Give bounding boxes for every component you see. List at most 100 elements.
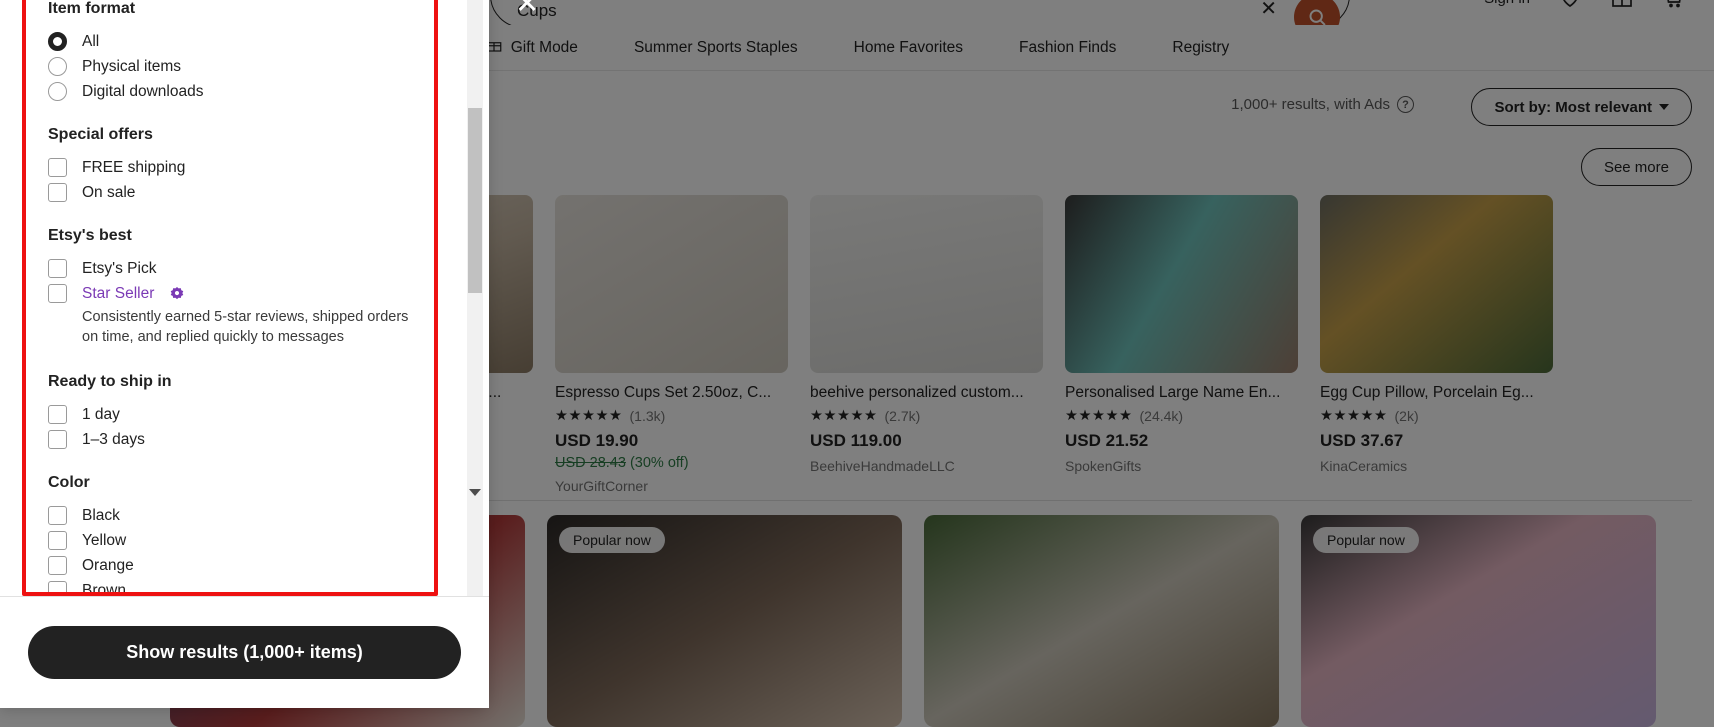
radio-icon[interactable] [48, 57, 67, 76]
filter-option-orange[interactable]: Orange [48, 553, 447, 578]
subnav-item-summer-sports[interactable]: Summer Sports Staples [606, 39, 826, 57]
product-price: USD 119.00 [810, 431, 902, 450]
filters-scroll-area[interactable]: Item format All Physical items Digital d… [0, 0, 489, 596]
filter-option-label: Star Seller [82, 284, 155, 302]
product-price: USD 19.90 [555, 431, 639, 450]
subnav-label: Gift Mode [510, 38, 578, 56]
filter-option-1-day[interactable]: 1 day [48, 402, 447, 427]
checkbox-icon[interactable] [48, 405, 67, 425]
product-card[interactable]: beehive personalized custom... ★★★★★ (2.… [810, 195, 1043, 494]
filter-option-black[interactable]: Black [48, 503, 447, 528]
heart-icon[interactable] [1558, 0, 1582, 10]
results-count-text: 1,000+ results, with Ads [1231, 96, 1390, 113]
checkbox-icon[interactable] [48, 581, 67, 596]
filters-scrollbar[interactable] [467, 0, 483, 596]
product-title[interactable]: beehive personalized custom... [810, 384, 1043, 402]
checkbox-icon[interactable] [48, 556, 67, 576]
filter-option-label: Digital downloads [82, 82, 204, 100]
close-dialog-icon[interactable]: ✕ [515, 0, 539, 19]
filter-option-label: Etsy's Pick [82, 259, 157, 277]
product-image[interactable]: Popular now [1301, 515, 1656, 727]
filter-option-label: Orange [82, 556, 134, 574]
filter-group-item-format: Item format All Physical items Digital d… [48, 0, 447, 104]
product-old-price: USD 28.43 (30% off) [555, 455, 788, 471]
filter-option-etsys-pick[interactable]: Etsy's Pick [48, 256, 447, 281]
product-shop[interactable]: BeehiveHandmadeLLC [810, 458, 1043, 474]
product-card[interactable] [924, 515, 1279, 727]
filter-option-physical-items[interactable]: Physical items [48, 54, 447, 79]
app-root: Cups ✕ Sign in [0, 0, 1714, 727]
scrollbar-down-arrow[interactable] [467, 484, 483, 500]
filter-option-label: 1 day [82, 405, 120, 423]
filter-option-star-seller[interactable]: Star Seller [48, 281, 447, 306]
checkbox-icon[interactable] [48, 158, 67, 177]
rating-stars: ★★★★★ [1320, 408, 1388, 424]
subnav-item-fashion-finds[interactable]: Fashion Finds [991, 39, 1144, 57]
filter-option-all[interactable]: All [48, 29, 447, 54]
popular-now-badge: Popular now [1313, 527, 1419, 553]
subnav-item-home-favorites[interactable]: Home Favorites [826, 39, 991, 57]
subnav-item-registry[interactable]: Registry [1144, 39, 1257, 57]
product-card[interactable]: Popular now [1301, 515, 1656, 727]
section-divider [300, 500, 1692, 501]
question-mark-icon[interactable]: ? [1397, 96, 1414, 113]
sort-by-label: Sort by: Most relevant [1494, 98, 1652, 116]
product-image[interactable]: Popular now [547, 515, 902, 727]
show-results-button[interactable]: Show results (1,000+ items) [28, 626, 461, 679]
review-count: (1.3k) [629, 408, 666, 424]
product-shop[interactable]: YourGiftCorner [555, 478, 788, 494]
search-bar[interactable]: Cups ✕ [490, 0, 1350, 40]
product-card[interactable]: Espresso Cups Set 2.50oz, C... ★★★★★ (1.… [555, 195, 788, 494]
rating-stars: ★★★★★ [555, 408, 623, 424]
filter-option-label: All [82, 32, 100, 50]
see-more-button[interactable]: See more [1580, 148, 1692, 186]
star-seller-description: Consistently earned 5-star reviews, ship… [82, 309, 409, 345]
filter-group-color: Color Black Yellow Orange Brown [48, 474, 447, 596]
filter-group-special-offers: Special offers FREE shipping On sale [48, 126, 447, 205]
filter-option-label: Yellow [82, 531, 127, 549]
product-rating: ★★★★★ (2k) [1320, 408, 1553, 424]
product-image[interactable] [924, 515, 1279, 727]
rating-stars: ★★★★★ [1065, 408, 1133, 424]
gift-icon[interactable] [1610, 0, 1634, 10]
checkbox-icon[interactable] [48, 430, 67, 450]
filter-option-label: 1–3 days [82, 430, 145, 448]
product-image[interactable] [1065, 195, 1298, 373]
filters-dialog: Item format All Physical items Digital d… [0, 0, 489, 708]
filter-option-yellow[interactable]: Yellow [48, 528, 447, 553]
product-image[interactable] [810, 195, 1043, 373]
filter-option-free-shipping[interactable]: FREE shipping [48, 155, 447, 180]
cart-icon[interactable] [1662, 0, 1686, 10]
checkbox-icon[interactable] [48, 506, 67, 526]
product-shop[interactable]: SpokenGifts [1065, 458, 1298, 474]
checkbox-icon[interactable] [48, 284, 67, 303]
filter-option-on-sale[interactable]: On sale [48, 180, 447, 205]
product-image[interactable] [1320, 195, 1553, 373]
filter-option-brown[interactable]: Brown [48, 578, 447, 596]
product-price: USD 37.67 [1320, 431, 1404, 450]
product-card[interactable]: Egg Cup Pillow, Porcelain Eg... ★★★★★ (2… [1320, 195, 1553, 494]
checkbox-icon[interactable] [48, 259, 67, 278]
checkbox-icon[interactable] [48, 183, 67, 202]
product-card[interactable]: Personalised Large Name En... ★★★★★ (24.… [1065, 195, 1298, 494]
product-image[interactable] [555, 195, 788, 373]
review-count: (2k) [1394, 408, 1419, 424]
product-card[interactable]: Popular now [547, 515, 902, 727]
filter-option-digital-downloads[interactable]: Digital downloads [48, 79, 447, 104]
product-rating: ★★★★★ (2.7k) [810, 408, 1043, 424]
checkbox-icon[interactable] [48, 531, 67, 551]
sort-by-button[interactable]: Sort by: Most relevant [1471, 88, 1692, 126]
product-title[interactable]: Personalised Large Name En... [1065, 384, 1298, 402]
radio-icon-checked[interactable] [48, 32, 67, 51]
sign-in-link[interactable]: Sign in [1484, 0, 1530, 7]
filter-group-ready-to-ship: Ready to ship in 1 day 1–3 days [48, 373, 447, 452]
search-clear-icon[interactable]: ✕ [1260, 0, 1277, 19]
filter-option-1-3-days[interactable]: 1–3 days [48, 427, 447, 452]
product-rating: ★★★★★ (1.3k) [555, 408, 788, 424]
product-shop[interactable]: KinaCeramics [1320, 458, 1553, 474]
product-title[interactable]: Egg Cup Pillow, Porcelain Eg... [1320, 384, 1553, 402]
filter-group-title: Special offers [48, 126, 153, 143]
scrollbar-thumb[interactable] [468, 108, 482, 293]
radio-icon[interactable] [48, 82, 67, 101]
product-title[interactable]: Espresso Cups Set 2.50oz, C... [555, 384, 788, 402]
